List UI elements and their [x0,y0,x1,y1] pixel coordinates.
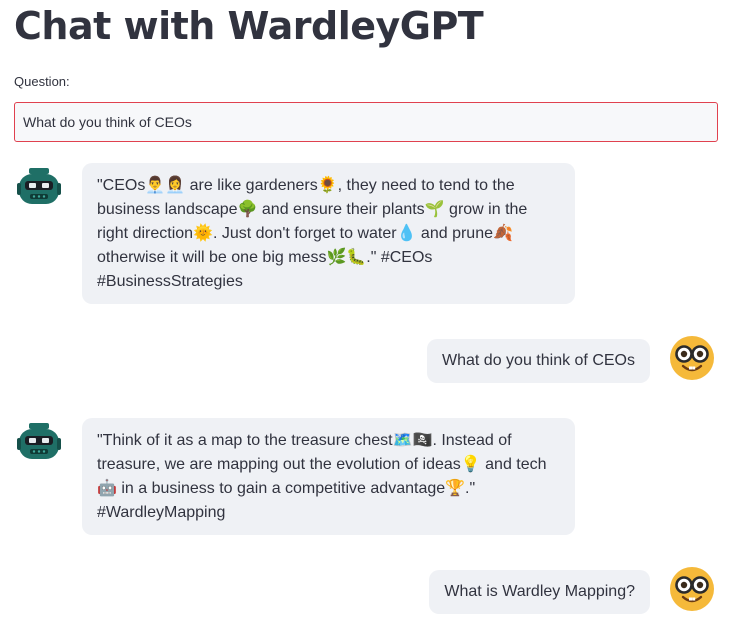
question-label: Question: [14,74,70,89]
robot-icon [16,421,62,467]
nerd-face-icon [669,335,715,381]
bot-message: "CEOs👨‍💼👩‍💼 are like gardeners🌻, they ne… [82,163,575,304]
bot-message: "Think of it as a map to the treasure ch… [82,418,575,535]
user-message: What do you think of CEOs [427,339,650,383]
nerd-face-icon [669,566,715,612]
user-message: What is Wardley Mapping? [429,570,650,614]
page-title: Chat with WardleyGPT [14,4,484,48]
question-input[interactable] [14,102,718,142]
robot-icon [16,166,62,212]
